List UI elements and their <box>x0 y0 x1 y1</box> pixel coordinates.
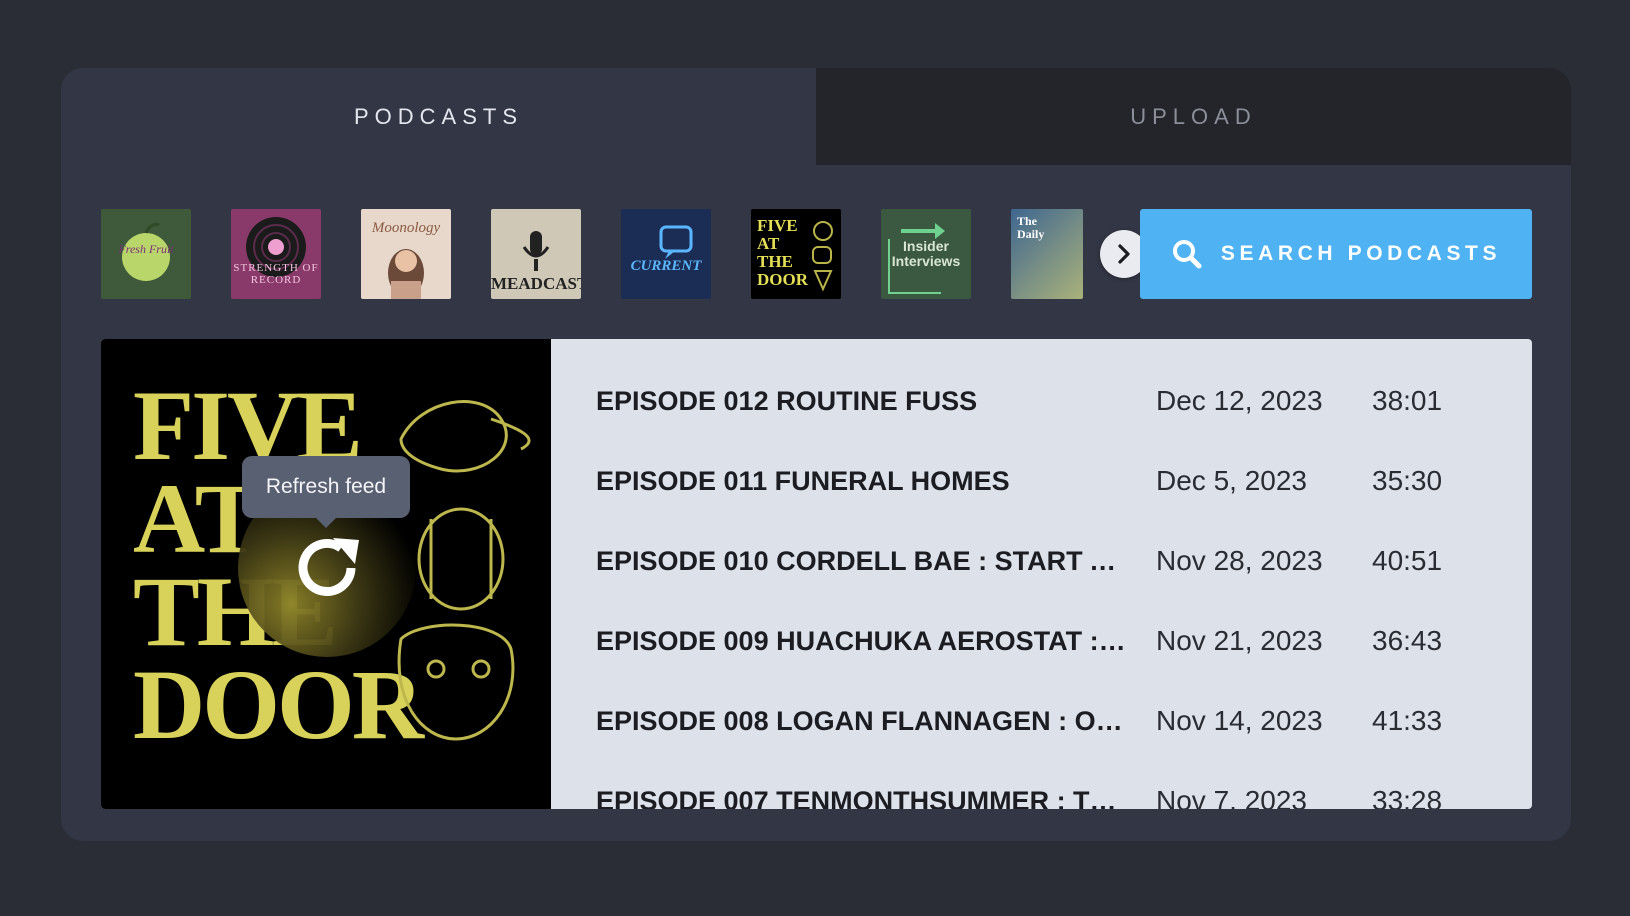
episode-row[interactable]: EPISODE 010 CORDELL BAE : START A… Nov 2… <box>551 521 1532 601</box>
episode-date: Dec 12, 2023 <box>1156 385 1323 416</box>
episode-duration: 36:43 <box>1372 625 1443 656</box>
tab-bar: PODCASTS UPLOAD <box>61 68 1571 165</box>
search-icon <box>1171 238 1203 270</box>
episode-list: EPISODE 012 ROUTINE FUSS Dec 12, 2023 38… <box>551 339 1532 809</box>
thumbnail-art-text: The Daily <box>1017 214 1045 241</box>
episode-date: Nov 7, 2023 <box>1156 785 1307 809</box>
episode-duration: 41:33 <box>1372 705 1443 736</box>
episode-row[interactable]: EPISODE 007 TENMONTHSUMMER : T… Nov 7, 2… <box>551 761 1532 809</box>
thumbnail-art-text: CURRENT <box>630 258 702 274</box>
episode-title: EPISODE 010 CORDELL BAE : START A… <box>596 546 1126 576</box>
podcast-thumbnail[interactable]: CURRENT <box>621 209 711 299</box>
thumbnail-art-text: Moonology <box>371 220 441 236</box>
podcast-thumbnail[interactable]: STRENGTH OF RECORD <box>231 209 321 299</box>
thumbnail-art-text: MEADCAST <box>491 274 581 293</box>
episode-title: EPISODE 008 LOGAN FLANNAGEN : O… <box>596 706 1123 736</box>
podcast-thumbnail[interactable]: Moonology <box>361 209 451 299</box>
episode-date: Nov 21, 2023 <box>1156 625 1323 656</box>
episode-title: EPISODE 012 ROUTINE FUSS <box>596 386 978 416</box>
refresh-feed-tooltip: Refresh feed <box>242 456 410 528</box>
tab-podcasts[interactable]: PODCASTS <box>61 68 816 165</box>
podcast-thumbnail[interactable]: The Daily <box>1011 209 1083 299</box>
podcast-thumbnail[interactable]: Fresh Fruit <box>101 209 191 299</box>
podcast-panel: PODCASTS UPLOAD Fresh Fruit STRENGTH OF … <box>61 68 1571 841</box>
refresh-icon <box>289 530 365 606</box>
episode-date: Nov 14, 2023 <box>1156 705 1323 736</box>
episode-duration: 35:30 <box>1372 465 1443 496</box>
thumbnail-art-text: Insider Interviews <box>891 238 961 269</box>
episode-duration: 33:28 <box>1372 785 1443 809</box>
tooltip-text: Refresh feed <box>265 475 387 498</box>
episode-row[interactable]: EPISODE 008 LOGAN FLANNAGEN : O… Nov 14,… <box>551 681 1532 761</box>
tab-upload[interactable]: UPLOAD <box>816 68 1571 165</box>
thumbnail-art-text: Fresh Fruit <box>118 242 174 256</box>
episode-title: EPISODE 007 TENMONTHSUMMER : T… <box>596 786 1117 809</box>
episode-row[interactable]: EPISODE 011 FUNERAL HOMES Dec 5, 2023 35… <box>551 441 1532 521</box>
podcast-thumbnail[interactable]: MEADCAST <box>491 209 581 299</box>
podcast-carousel: Fresh Fruit STRENGTH OF RECORD Moonology <box>101 209 1148 299</box>
search-podcasts-label: SEARCH PODCASTS <box>1220 242 1502 265</box>
podcast-thumbnail[interactable]: FIVE AT THE DOOR <box>751 209 841 299</box>
thumbnail-art-text: STRENGTH OF RECORD <box>233 262 319 286</box>
episode-row[interactable]: EPISODE 009 HUACHUKA AEROSTAT : … Nov 21… <box>551 601 1532 681</box>
search-podcasts-button[interactable]: SEARCH PODCASTS <box>1140 209 1532 299</box>
episode-duration: 40:51 <box>1372 545 1443 576</box>
episode-date: Dec 5, 2023 <box>1156 465 1307 496</box>
podcast-cover-art: FIVE AT THE DOOR Refresh feed <box>101 339 551 809</box>
episode-title: EPISODE 009 HUACHUKA AEROSTAT : … <box>596 626 1126 656</box>
episode-date: Nov 28, 2023 <box>1156 545 1323 576</box>
podcast-thumbnail[interactable]: Insider Interviews <box>881 209 971 299</box>
episode-duration: 38:01 <box>1372 385 1443 416</box>
episode-title: EPISODE 011 FUNERAL HOMES <box>596 466 1010 496</box>
podcast-detail: FIVE AT THE DOOR Refresh feed EPISODE 01… <box>101 339 1532 809</box>
episode-row[interactable]: EPISODE 012 ROUTINE FUSS Dec 12, 2023 38… <box>551 361 1532 441</box>
